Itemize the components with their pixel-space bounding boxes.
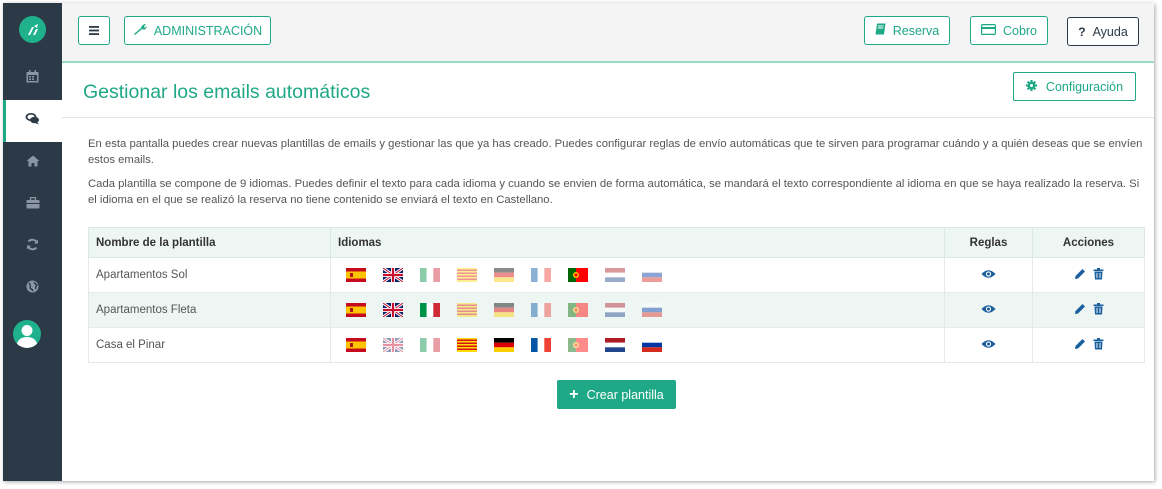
italy-flag-icon[interactable]: [420, 338, 440, 352]
sidebar-item-services[interactable]: [3, 184, 62, 226]
catalonia-flag-icon[interactable]: [457, 268, 477, 282]
portugal-flag-icon[interactable]: [568, 303, 588, 317]
template-name: Casa el Pinar: [88, 327, 331, 363]
sidebar-item-messages[interactable]: [3, 100, 62, 142]
refresh-icon: [26, 238, 39, 256]
edit-icon[interactable]: [1074, 338, 1086, 353]
languages-cell: [330, 327, 945, 363]
edit-icon[interactable]: [1074, 303, 1086, 318]
menu-toggle-button[interactable]: [78, 16, 110, 45]
actions-cell: [1032, 257, 1145, 293]
top-bar: ADMINISTRACIÓN Reserva Cobro ? Ayuda: [62, 3, 1154, 63]
rules-cell: [944, 292, 1033, 328]
portugal-flag-icon[interactable]: [568, 338, 588, 352]
catalonia-flag-icon[interactable]: [457, 303, 477, 317]
cobro-button[interactable]: Cobro: [970, 16, 1048, 45]
configuration-label: Configuración: [1045, 79, 1124, 94]
templates-table: Nombre de la plantilla Idiomas Reglas Ac…: [88, 227, 1145, 363]
cobro-label: Cobro: [1002, 23, 1038, 38]
netherlands-flag-icon[interactable]: [605, 268, 625, 282]
hamburger-icon: [89, 24, 99, 38]
table-header-row: Nombre de la plantilla Idiomas Reglas Ac…: [88, 227, 1145, 258]
template-name: Apartamentos Fleta: [88, 292, 331, 328]
eye-icon[interactable]: [981, 304, 996, 317]
spain-flag-icon[interactable]: [346, 303, 366, 317]
table-row: Apartamentos Fleta: [88, 292, 1145, 328]
column-header-name: Nombre de la plantilla: [88, 227, 331, 258]
france-flag-icon[interactable]: [531, 268, 551, 282]
delete-icon[interactable]: [1093, 337, 1104, 353]
credit-card-icon: [980, 23, 996, 38]
briefcase-icon: [26, 196, 40, 214]
home-icon: [26, 154, 40, 172]
delete-icon[interactable]: [1093, 302, 1104, 318]
wrench-icon: [133, 23, 147, 38]
russia-flag-icon[interactable]: [642, 268, 662, 282]
languages-cell: [330, 292, 945, 328]
spain-flag-icon[interactable]: [346, 268, 366, 282]
gear-icon: [1025, 79, 1037, 94]
comments-icon: [25, 112, 40, 130]
ayuda-button[interactable]: ? Ayuda: [1067, 17, 1139, 46]
book-icon: [875, 23, 886, 38]
column-header-rules: Reglas: [944, 227, 1033, 258]
column-header-actions: Acciones: [1032, 227, 1145, 258]
italy-flag-icon[interactable]: [420, 303, 440, 317]
configuration-button[interactable]: Configuración: [1013, 72, 1136, 101]
italy-flag-icon[interactable]: [420, 268, 440, 282]
russia-flag-icon[interactable]: [642, 303, 662, 317]
plus-icon: +: [569, 385, 579, 403]
germany-flag-icon[interactable]: [494, 268, 514, 282]
france-flag-icon[interactable]: [531, 338, 551, 352]
reserva-label: Reserva: [892, 23, 940, 38]
create-template-button[interactable]: + Crear plantilla: [557, 380, 676, 409]
admin-label: ADMINISTRACIÓN: [153, 23, 263, 38]
table-row: Apartamentos Sol: [88, 257, 1145, 293]
uk-flag-icon[interactable]: [383, 303, 403, 317]
reserva-button[interactable]: Reserva: [864, 16, 950, 45]
column-header-languages: Idiomas: [330, 227, 945, 258]
actions-cell: [1032, 327, 1145, 363]
app-logo[interactable]: [19, 16, 46, 43]
sidebar-item-sync[interactable]: [3, 226, 62, 268]
page-title: Gestionar los emails automáticos: [83, 81, 371, 103]
sidebar: [3, 3, 62, 481]
france-flag-icon[interactable]: [531, 303, 551, 317]
edit-icon[interactable]: [1074, 268, 1086, 283]
germany-flag-icon[interactable]: [494, 338, 514, 352]
languages-cell: [330, 257, 945, 293]
app-window: ADMINISTRACIÓN Reserva Cobro ? Ayuda Ges…: [3, 3, 1154, 481]
spain-flag-icon[interactable]: [346, 338, 366, 352]
rules-cell: [944, 327, 1033, 363]
question-icon: ?: [1078, 24, 1086, 39]
sidebar-item-web[interactable]: [3, 268, 62, 310]
calendar-icon: [26, 70, 39, 88]
uk-flag-icon[interactable]: [383, 338, 403, 352]
actions-cell: [1032, 292, 1145, 328]
germany-flag-icon[interactable]: [494, 303, 514, 317]
title-divider: [62, 117, 1154, 118]
netherlands-flag-icon[interactable]: [605, 303, 625, 317]
rules-cell: [944, 257, 1033, 293]
netherlands-flag-icon[interactable]: [605, 338, 625, 352]
template-name: Apartamentos Sol: [88, 257, 331, 293]
user-avatar[interactable]: [13, 320, 41, 348]
description-paragraph-1: En esta pantalla puedes crear nuevas pla…: [88, 138, 1143, 166]
admin-button[interactable]: ADMINISTRACIÓN: [124, 16, 271, 45]
uk-flag-icon[interactable]: [383, 268, 403, 282]
delete-icon[interactable]: [1093, 267, 1104, 283]
globe-icon: [26, 280, 39, 298]
sidebar-item-calendar[interactable]: [3, 58, 62, 100]
eye-icon[interactable]: [981, 339, 996, 352]
eye-icon[interactable]: [981, 269, 996, 282]
table-row: Casa el Pinar: [88, 327, 1145, 363]
catalonia-flag-icon[interactable]: [457, 338, 477, 352]
portugal-flag-icon[interactable]: [568, 268, 588, 282]
russia-flag-icon[interactable]: [642, 338, 662, 352]
sidebar-item-properties[interactable]: [3, 142, 62, 184]
create-template-label: Crear plantilla: [586, 387, 664, 402]
description-paragraph-2: Cada plantilla se compone de 9 idiomas. …: [88, 178, 1140, 206]
ayuda-label: Ayuda: [1092, 24, 1128, 39]
